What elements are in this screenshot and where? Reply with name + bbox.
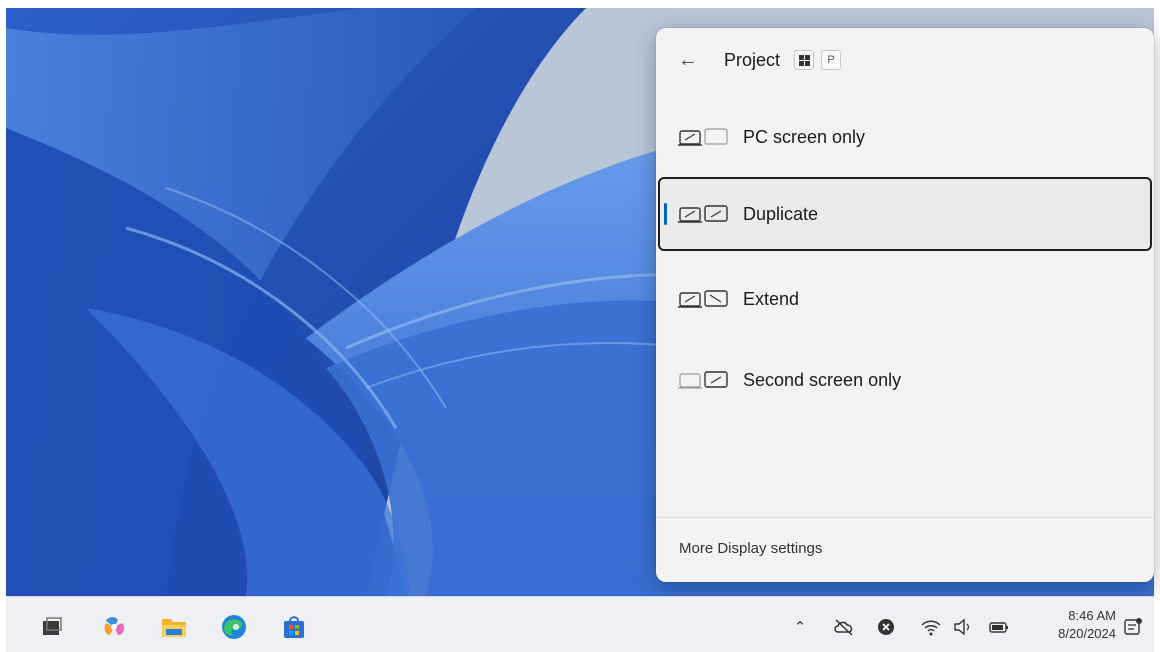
onedrive-offline-icon[interactable]: [833, 617, 855, 637]
volume-icon[interactable]: [952, 617, 974, 637]
copilot-icon[interactable]: [100, 613, 128, 641]
clock[interactable]: 8:46 AM 8/20/2024: [1032, 607, 1116, 643]
more-display-settings-link[interactable]: More Display settings: [679, 540, 822, 557]
notification-icon[interactable]: [1122, 617, 1144, 637]
pc-screen-only-icon: [678, 128, 728, 146]
error-icon[interactable]: [875, 617, 897, 637]
arrow-left-icon: ←: [678, 48, 698, 71]
wifi-icon[interactable]: [920, 617, 942, 637]
option-pc-screen-only[interactable]: PC screen only: [658, 100, 1152, 174]
windows-key-badge: [794, 50, 814, 70]
option-duplicate[interactable]: Duplicate: [658, 177, 1152, 251]
battery-icon[interactable]: [988, 617, 1010, 637]
extend-icon: [678, 290, 728, 308]
flyout-title: Project: [724, 50, 781, 70]
project-flyout: ← Project P PC screen only Duplicate Ext…: [656, 28, 1154, 582]
second-screen-only-icon: [678, 371, 728, 389]
clock-date: 8/20/2024: [1058, 626, 1116, 641]
file-explorer-icon[interactable]: [160, 613, 188, 641]
windows-logo-icon: [798, 54, 810, 66]
option-extend[interactable]: Extend: [658, 262, 1152, 336]
option-second-screen-only[interactable]: Second screen only: [658, 343, 1152, 417]
option-label: Duplicate: [743, 203, 819, 224]
taskbar: ⌃ 8:46 AM 8/20/2024: [6, 596, 1154, 652]
clock-time: 8:46 AM: [1068, 608, 1116, 623]
option-label: PC screen only: [743, 126, 866, 147]
flyout-header: ← Project P: [656, 28, 1154, 92]
option-label: Extend: [743, 288, 800, 309]
task-view-icon[interactable]: [38, 613, 66, 641]
selection-indicator: [664, 203, 667, 225]
flyout-divider: [656, 517, 1154, 518]
store-icon[interactable]: [280, 613, 308, 641]
option-label: Second screen only: [743, 369, 902, 390]
edge-icon[interactable]: [220, 613, 248, 641]
duplicate-icon: [678, 205, 728, 223]
p-key-badge: P: [821, 50, 841, 70]
chevron-up-icon[interactable]: ⌃: [789, 617, 811, 637]
back-button[interactable]: ←: [674, 48, 702, 72]
